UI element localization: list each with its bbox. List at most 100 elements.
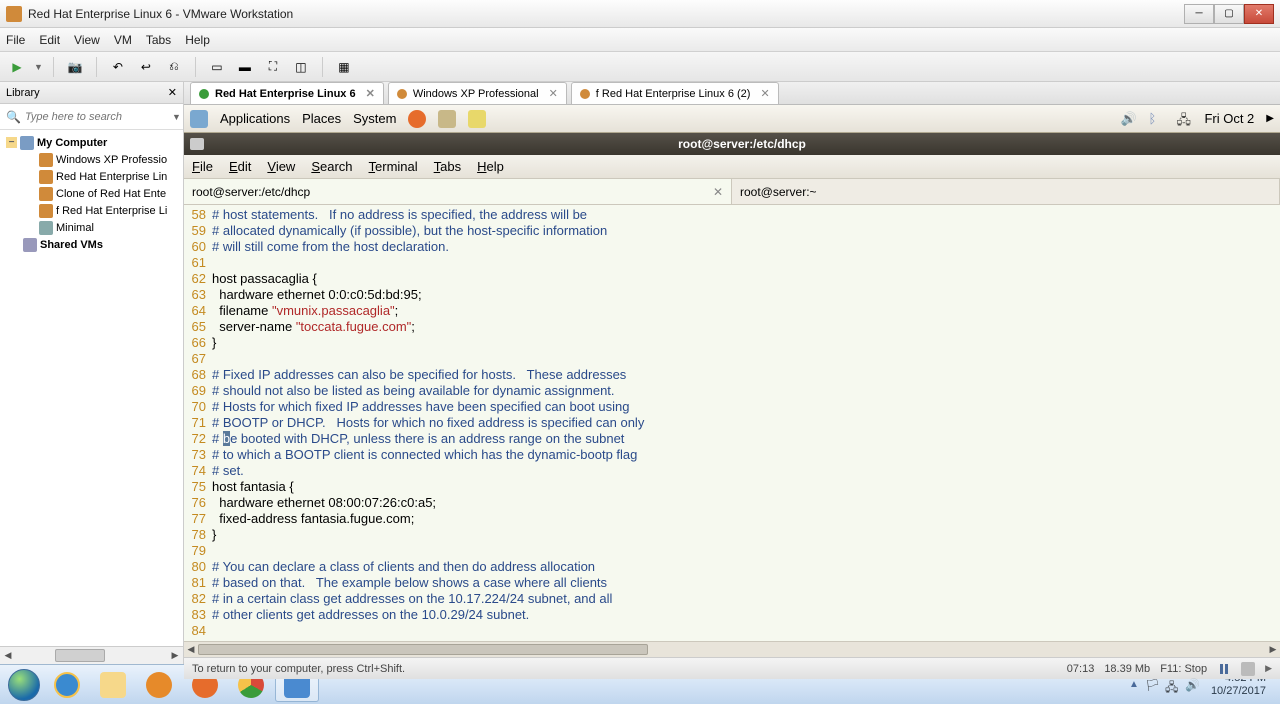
nautilus-icon[interactable] <box>438 110 456 128</box>
view-single-button[interactable]: ▭ <box>206 56 228 78</box>
hscroll-right-icon[interactable]: ▶ <box>1266 642 1280 657</box>
tray-show-hidden-icon[interactable]: ▲ <box>1129 679 1139 690</box>
volume-icon[interactable]: 🔊 <box>1120 111 1136 127</box>
unity-button[interactable]: ◫ <box>290 56 312 78</box>
code-text: # in a certain class get addresses on th… <box>212 591 1280 607</box>
vm-tab[interactable]: f Red Hat Enterprise Linux 6 (2)✕ <box>571 82 779 104</box>
line-number: 80 <box>184 559 212 575</box>
pause-icon[interactable] <box>1217 662 1231 676</box>
term-menu-edit[interactable]: Edit <box>229 159 251 174</box>
terminal-window: root@server:/etc/dhcp FileEditViewSearch… <box>184 133 1280 657</box>
library-close-button[interactable]: ✕ <box>168 86 177 99</box>
minimize-button[interactable]: ─ <box>1184 4 1214 24</box>
hscroll-thumb[interactable] <box>198 644 648 655</box>
tree-item[interactable]: Minimal <box>2 219 181 236</box>
tree-item[interactable]: Shared VMs <box>2 236 181 253</box>
view-console-button[interactable]: ▬ <box>234 56 256 78</box>
editor-hscrollbar[interactable]: ◀ ▶ <box>184 641 1280 657</box>
code-line: 77 fixed-address fantasia.fugue.com; <box>184 511 1280 527</box>
term-menu-tabs[interactable]: Tabs <box>434 159 461 174</box>
library-search[interactable]: 🔍 ▼ <box>0 104 183 130</box>
snapshot-button[interactable]: 📷 <box>64 56 86 78</box>
expand-icon[interactable]: − <box>6 137 17 148</box>
code-text: # based on that. The example below shows… <box>212 575 1280 591</box>
code-text: filename "vmunix.passacaglia"; <box>212 303 1280 319</box>
menu-help[interactable]: Help <box>185 33 210 47</box>
maximize-button[interactable]: ▢ <box>1214 4 1244 24</box>
tree-hscrollbar[interactable]: ◀ ▶ <box>0 646 183 664</box>
ie-icon <box>54 672 80 698</box>
scroll-right-icon[interactable]: ▶ <box>167 647 183 664</box>
taskbar-ie[interactable] <box>45 668 89 702</box>
menu-file[interactable]: File <box>6 33 25 47</box>
terminal-tab-1[interactable]: root@server:/etc/dhcp ✕ <box>184 179 732 204</box>
terminal-tab-2[interactable]: root@server:~ <box>732 179 1280 204</box>
snapshot-manager-button[interactable]: ⎌ <box>163 56 185 78</box>
revert-button[interactable]: ↶ <box>107 56 129 78</box>
menu-view[interactable]: View <box>74 33 100 47</box>
term-menu-terminal[interactable]: Terminal <box>369 159 418 174</box>
term-menu-file[interactable]: File <box>192 159 213 174</box>
tree-item[interactable]: Red Hat Enterprise Lin <box>2 168 181 185</box>
tray-network-icon[interactable]: 🖧 <box>1165 678 1179 692</box>
tree-item-icon <box>39 187 53 201</box>
vm-tab-close[interactable]: ✕ <box>760 87 769 100</box>
tree-item[interactable]: f Red Hat Enterprise Li <box>2 202 181 219</box>
term-menu-search[interactable]: Search <box>311 159 352 174</box>
gedit-icon[interactable] <box>468 110 486 128</box>
vm-tab[interactable]: Windows XP Professional✕ <box>388 82 567 104</box>
power-on-button[interactable]: ▶ <box>6 56 28 78</box>
hscroll-left-icon[interactable]: ◀ <box>184 642 198 657</box>
menu-tabs[interactable]: Tabs <box>146 33 171 47</box>
vm-tab-close[interactable]: ✕ <box>366 87 375 100</box>
library-sidebar: Library ✕ 🔍 ▼ −My ComputerWindows XP Pro… <box>0 82 184 664</box>
term-menu-help[interactable]: Help <box>477 159 504 174</box>
code-line: 69# should not also be listed as being a… <box>184 383 1280 399</box>
code-text <box>212 543 1280 559</box>
snapshot-back-button[interactable]: ↩ <box>135 56 157 78</box>
code-text: # Hosts for which fixed IP addresses hav… <box>212 399 1280 415</box>
thumbnail-button[interactable]: ▦ <box>333 56 355 78</box>
start-button[interactable] <box>4 665 44 705</box>
code-text: hardware ethernet 0:0:c0:5d:bd:95; <box>212 287 1280 303</box>
scroll-left-icon[interactable]: ◀ <box>0 647 16 664</box>
line-number: 62 <box>184 271 212 287</box>
tree-item[interactable]: Clone of Red Hat Ente <box>2 185 181 202</box>
scroll-thumb[interactable] <box>55 649 105 662</box>
panel-overflow-icon[interactable]: ▶ <box>1266 113 1274 124</box>
window-titlebar: Red Hat Enterprise Linux 6 - VMware Work… <box>0 0 1280 28</box>
close-button[interactable]: ✕ <box>1244 4 1274 24</box>
term-menu-view[interactable]: View <box>267 159 295 174</box>
code-text <box>212 351 1280 367</box>
device-hdd-icon[interactable] <box>1241 662 1255 676</box>
device-overflow-icon[interactable]: ▶ <box>1265 663 1272 674</box>
terminal-tab-1-close[interactable]: ✕ <box>713 185 723 199</box>
fullscreen-button[interactable]: ⛶ <box>262 56 284 78</box>
search-dropdown-icon[interactable]: ▼ <box>172 112 181 122</box>
tree-item-icon <box>20 136 34 150</box>
network-icon[interactable]: 🖧 <box>1176 111 1192 127</box>
hint-text: To return to your computer, press Ctrl+S… <box>192 663 405 675</box>
tree-item[interactable]: Windows XP Professio <box>2 151 181 168</box>
vm-tab[interactable]: Red Hat Enterprise Linux 6✕ <box>190 82 384 104</box>
gnome-menu-places[interactable]: Places <box>302 111 341 126</box>
taskbar-explorer[interactable] <box>91 668 135 702</box>
vm-status-icon <box>580 89 590 99</box>
search-input[interactable] <box>25 111 168 123</box>
editor-viewport[interactable]: 58# host statements. If no address is sp… <box>184 205 1280 641</box>
tray-flag-icon[interactable]: 🏳 <box>1145 678 1159 692</box>
taskbar-wmp[interactable] <box>137 668 181 702</box>
firefox-icon[interactable] <box>408 110 426 128</box>
tray-volume-icon[interactable]: 🔊 <box>1185 678 1199 692</box>
clock-label[interactable]: Fri Oct 2 <box>1204 111 1254 126</box>
code-text: } <box>212 527 1280 543</box>
tree-item[interactable]: −My Computer <box>2 134 181 151</box>
terminal-icon <box>190 138 204 150</box>
vm-tab-close[interactable]: ✕ <box>549 87 558 100</box>
gnome-menu-applications[interactable]: Applications <box>220 111 290 126</box>
menu-edit[interactable]: Edit <box>39 33 60 47</box>
gnome-menu-system[interactable]: System <box>353 111 396 126</box>
tree-item-icon <box>39 170 53 184</box>
menu-vm[interactable]: VM <box>114 33 132 47</box>
bluetooth-icon[interactable]: ᛒ <box>1148 111 1164 127</box>
